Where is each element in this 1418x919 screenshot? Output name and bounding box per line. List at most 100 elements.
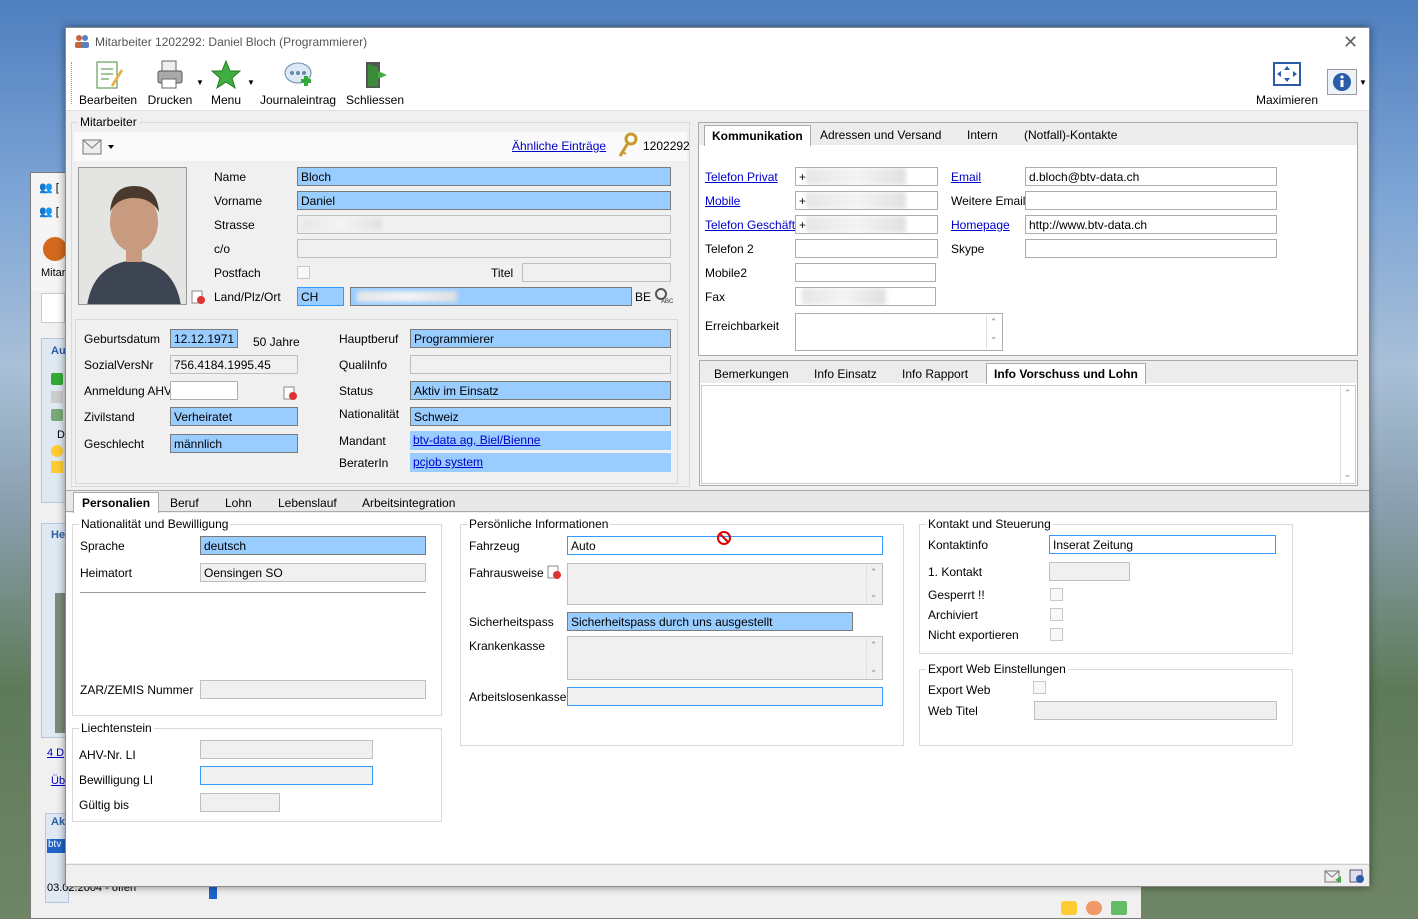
postfach-checkbox[interactable]: [297, 266, 310, 279]
nationalitaet-field[interactable]: Schweiz: [410, 407, 671, 426]
gueltig-bis-field[interactable]: [200, 793, 280, 812]
heimatort-field[interactable]: Oensingen SO: [200, 563, 426, 582]
beraterin-link[interactable]: pcjob system: [410, 453, 671, 472]
mobile2-field[interactable]: [795, 263, 936, 282]
sozialversnr-field[interactable]: 756.4184.1995.45: [170, 355, 298, 374]
anmeldung-ahv-field[interactable]: [170, 381, 238, 400]
drucken-dropdown-icon[interactable]: ▼: [196, 78, 204, 87]
erster-kontakt-field[interactable]: [1049, 562, 1130, 581]
mobile-field[interactable]: +: [795, 191, 938, 210]
photo-edit-icon[interactable]: [190, 288, 206, 304]
drucken-button[interactable]: Drucken: [146, 59, 194, 107]
arbeitslosenkasse-field[interactable]: [567, 687, 883, 706]
tab-notfall[interactable]: (Notfall)-Kontakte: [1024, 128, 1117, 142]
fax-field[interactable]: [795, 287, 936, 306]
bearbeiten-button[interactable]: Bearbeiten: [79, 59, 137, 107]
tab-adressen[interactable]: Adressen und Versand: [820, 128, 941, 142]
email-link[interactable]: Email: [951, 170, 981, 184]
scroll-up-icon[interactable]: ⌃: [867, 565, 880, 579]
mail-envelope-icon[interactable]: [81, 134, 115, 158]
krankenkasse-field[interactable]: [567, 636, 883, 680]
ahv-nr-li-field[interactable]: [200, 740, 373, 759]
sync-status-icon[interactable]: [1348, 868, 1366, 884]
scroll-up-icon[interactable]: ⌃: [867, 638, 880, 652]
info-textarea[interactable]: [701, 385, 1356, 484]
titel-field[interactable]: [522, 263, 671, 282]
info-scrollbar[interactable]: ⌃ ⌄: [1340, 386, 1354, 483]
export-web-checkbox[interactable]: [1033, 681, 1046, 694]
plz-ort-field[interactable]: [350, 287, 632, 306]
tab-beruf[interactable]: Beruf: [170, 496, 199, 510]
erreichbarkeit-field[interactable]: [795, 313, 1003, 351]
mandant-link[interactable]: btv-data ag, Biel/Bienne: [410, 431, 671, 450]
land-field[interactable]: CH: [297, 287, 344, 306]
email-field[interactable]: d.bloch@btv-data.ch: [1025, 167, 1277, 186]
weitere-email-field[interactable]: [1025, 191, 1277, 210]
abc-lookup-icon[interactable]: ABC: [653, 288, 674, 305]
hauptberuf-field[interactable]: Programmierer: [410, 329, 671, 348]
schliessen-button[interactable]: Schliessen: [346, 59, 404, 107]
skype-field[interactable]: [1025, 239, 1277, 258]
tab-info-rapport[interactable]: Info Rapport: [902, 367, 968, 381]
scroll-down-icon[interactable]: ⌄: [867, 587, 880, 601]
fahrausweise-field[interactable]: [567, 563, 883, 605]
fahrausweise-scrollbar[interactable]: ⌃ ⌄: [866, 565, 880, 603]
web-titel-field[interactable]: [1034, 701, 1277, 720]
info-dropdown-icon[interactable]: ▼: [1359, 78, 1367, 87]
co-field[interactable]: [297, 239, 671, 258]
kontaktinfo-field[interactable]: Inserat Zeitung: [1049, 535, 1276, 554]
scroll-down-icon[interactable]: ⌄: [1341, 467, 1354, 481]
aehnliche-eintraege-link[interactable]: Ähnliche Einträge: [512, 139, 606, 153]
tab-personalien[interactable]: Personalien: [73, 492, 160, 513]
employee-photo[interactable]: [78, 167, 187, 305]
tab-arbeitsintegration[interactable]: Arbeitsintegration: [362, 496, 455, 510]
geburtsdatum-field[interactable]: 12.12.1971: [170, 329, 238, 348]
tab-lebenslauf[interactable]: Lebenslauf: [278, 496, 337, 510]
krankenkasse-scrollbar[interactable]: ⌃ ⌄: [866, 638, 880, 678]
telefon-geschaeft-field[interactable]: +: [795, 215, 938, 234]
sprache-field[interactable]: deutsch: [200, 536, 426, 555]
strasse-field[interactable]: [297, 215, 671, 234]
zar-zemis-field[interactable]: [200, 680, 426, 699]
info-button[interactable]: [1327, 69, 1357, 95]
tab-kommunikation[interactable]: Kommunikation: [704, 125, 811, 146]
journal-button[interactable]: Journaleintrag: [260, 59, 336, 107]
tab-info-vorschuss[interactable]: Info Vorschuss und Lohn: [986, 363, 1146, 384]
zivilstand-field[interactable]: Verheiratet: [170, 407, 298, 426]
mobile-link[interactable]: Mobile: [705, 194, 740, 208]
erreichbarkeit-scrollbar[interactable]: ⌃ ⌄: [986, 315, 1000, 349]
scroll-down-icon[interactable]: ⌄: [987, 329, 1000, 343]
close-icon[interactable]: ✕: [1343, 32, 1358, 53]
geschlecht-field[interactable]: männlich: [170, 434, 298, 453]
telefon-privat-field[interactable]: +: [795, 167, 938, 186]
gesperrt-checkbox[interactable]: [1050, 588, 1063, 601]
telefon2-field[interactable]: [795, 239, 938, 258]
tab-intern[interactable]: Intern: [967, 128, 998, 142]
bg-link-2[interactable]: Üb: [51, 775, 65, 787]
tab-lohn[interactable]: Lohn: [225, 496, 252, 510]
qualiinfo-field[interactable]: [410, 355, 671, 374]
menu-dropdown-icon[interactable]: ▼: [247, 78, 255, 87]
mail-status-icon[interactable]: [1324, 868, 1342, 884]
bg-link-1[interactable]: 4 D: [47, 747, 64, 759]
telefon-geschaeft-link[interactable]: Telefon Geschäft: [705, 218, 795, 232]
scroll-up-icon[interactable]: ⌃: [987, 315, 1000, 329]
sicherheitspass-field[interactable]: Sicherheitspass durch uns ausgestellt: [567, 612, 853, 631]
nicht-exportieren-checkbox[interactable]: [1050, 628, 1063, 641]
ahv-edit-icon[interactable]: [282, 384, 298, 400]
status-field[interactable]: Aktiv im Einsatz: [410, 381, 671, 400]
scroll-up-icon[interactable]: ⌃: [1341, 386, 1354, 400]
archiviert-checkbox[interactable]: [1050, 608, 1063, 621]
fahrausweise-edit-icon[interactable]: [546, 563, 562, 579]
telefon-privat-link[interactable]: Telefon Privat: [705, 170, 778, 184]
maximieren-button[interactable]: Maximieren: [1254, 59, 1320, 107]
homepage-link[interactable]: Homepage: [951, 218, 1010, 232]
tab-bemerkungen[interactable]: Bemerkungen: [714, 367, 789, 381]
tab-info-einsatz[interactable]: Info Einsatz: [814, 367, 877, 381]
vorname-field[interactable]: Daniel: [297, 191, 671, 210]
bewilligung-li-field[interactable]: [200, 766, 373, 785]
homepage-field[interactable]: http://www.btv-data.ch: [1025, 215, 1277, 234]
name-field[interactable]: Bloch: [297, 167, 671, 186]
scroll-down-icon[interactable]: ⌄: [867, 662, 880, 676]
menu-button[interactable]: Menu: [208, 59, 244, 107]
